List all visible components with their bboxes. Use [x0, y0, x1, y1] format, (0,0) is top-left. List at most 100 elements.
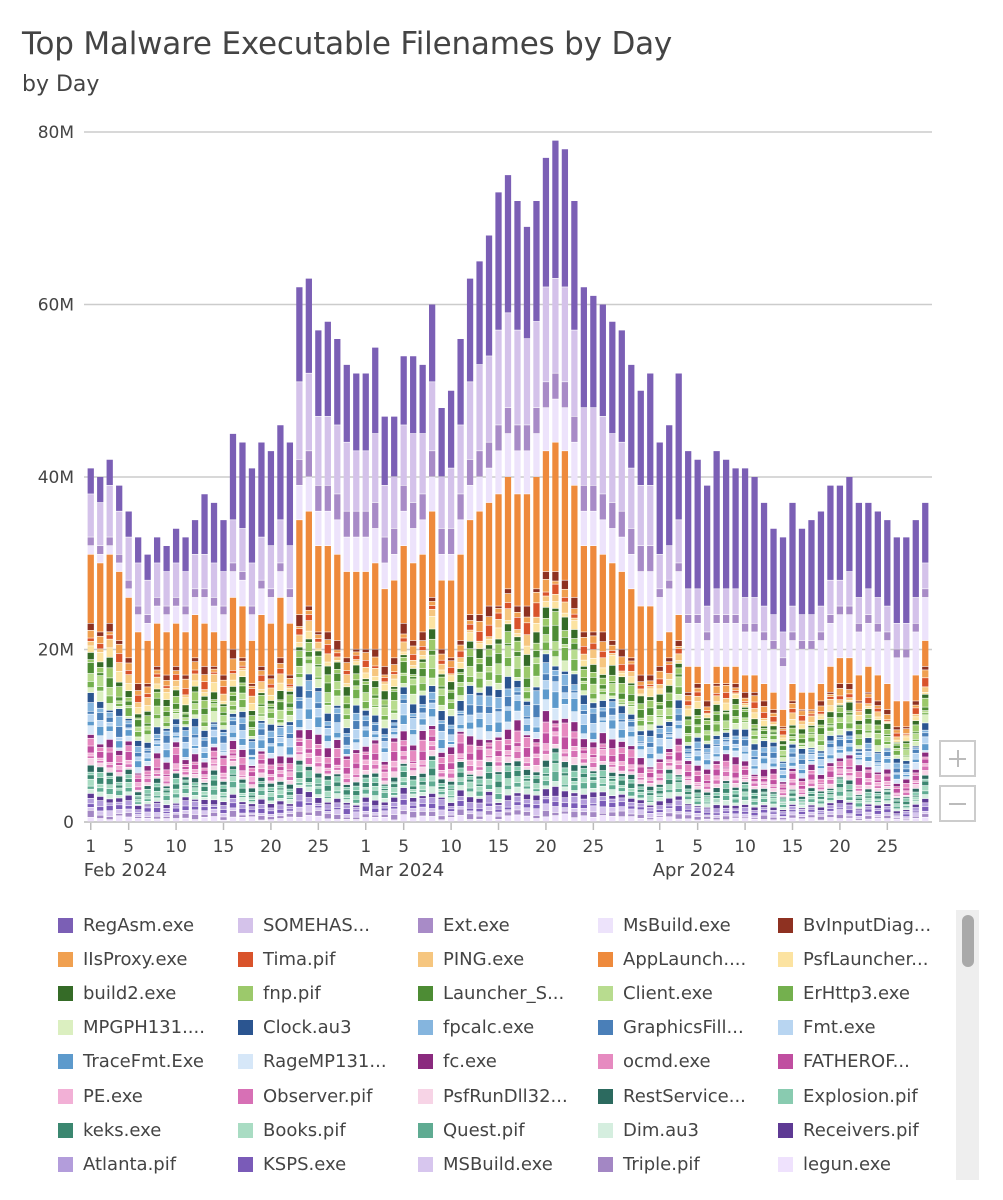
legend-item[interactable]: Triple.pif — [598, 1147, 778, 1181]
legend-item[interactable]: MsBuild.exe — [598, 908, 778, 942]
bar-segment — [381, 748, 388, 753]
bar-segment — [836, 787, 844, 791]
bar-segment — [391, 772, 398, 778]
bar-segment — [400, 699, 407, 704]
bar-segment — [685, 809, 692, 812]
bar-segment — [599, 494, 606, 520]
bar-segment — [201, 693, 208, 696]
legend-item[interactable]: SOMEHAS... — [238, 908, 418, 942]
bar-segment — [485, 606, 493, 617]
bar-segment — [713, 724, 720, 732]
bar-segment — [267, 817, 275, 820]
bar-segment — [656, 790, 663, 794]
bar-segment — [741, 784, 749, 788]
legend-scrollbar[interactable] — [956, 910, 979, 1180]
legend-scrollbar-thumb[interactable] — [962, 915, 974, 967]
bar-segment — [343, 662, 350, 671]
bar-segment — [865, 819, 872, 822]
bar-segment — [106, 762, 113, 765]
legend-item[interactable]: Tima.pif — [238, 942, 418, 976]
legend-item[interactable]: GraphicsFill... — [598, 1011, 778, 1045]
bar-segment — [495, 697, 502, 709]
bar-segment — [258, 723, 265, 729]
legend-item[interactable]: MPGPH131.... — [58, 1011, 238, 1045]
legend-item[interactable]: RegAsm.exe — [58, 908, 238, 942]
bar-segment — [571, 693, 578, 699]
legend-item[interactable]: build2.exe — [58, 976, 238, 1010]
bar-segment — [580, 485, 587, 511]
bar-segment — [504, 646, 512, 658]
bar-segment — [808, 649, 815, 693]
legend-item[interactable]: ocmd.exe — [598, 1045, 778, 1079]
bar-segment — [770, 692, 777, 710]
legend-item[interactable]: PsfLauncher... — [778, 942, 948, 976]
bar-segment — [201, 762, 208, 768]
legend-item[interactable]: KSPS.exe — [238, 1147, 418, 1181]
bar-segment — [220, 777, 227, 779]
legend-item[interactable]: keks.exe — [58, 1113, 238, 1147]
legend-item[interactable]: Launcher_S... — [418, 976, 598, 1010]
bar-segment — [476, 803, 483, 809]
bar-segment — [353, 774, 360, 778]
bar-segment — [751, 801, 758, 805]
legend-item[interactable]: fnp.pif — [238, 976, 418, 1010]
bar-segment — [685, 733, 692, 736]
legend-item[interactable]: Clock.au3 — [238, 1011, 418, 1045]
legend-item[interactable]: Dim.au3 — [598, 1113, 778, 1147]
bar-segment — [267, 731, 275, 738]
legend-item[interactable]: Explosion.pif — [778, 1079, 948, 1113]
bar-segment — [229, 798, 237, 803]
legend-item[interactable]: PE.exe — [58, 1079, 238, 1113]
legend-item[interactable]: Books.pif — [238, 1113, 418, 1147]
legend-item[interactable]: RageMP131... — [238, 1045, 418, 1079]
bar-segment — [571, 330, 578, 417]
legend-item[interactable]: Quest.pif — [418, 1113, 598, 1147]
bar-segment — [144, 734, 151, 743]
legend-item[interactable]: Client.exe — [598, 976, 778, 1010]
legend-item[interactable]: fc.exe — [418, 1045, 598, 1079]
bar-segment — [713, 820, 720, 822]
legend-item[interactable]: FATHEROF... — [778, 1045, 948, 1079]
legend-item[interactable]: BvInputDiag... — [778, 908, 948, 942]
legend-item[interactable]: TraceFmt.Exe — [58, 1045, 238, 1079]
legend-item[interactable]: RestService... — [598, 1079, 778, 1113]
bar-segment — [125, 589, 132, 598]
legend-item[interactable]: MSBuild.exe — [418, 1147, 598, 1181]
bar-segment — [865, 778, 872, 782]
bar-segment — [296, 765, 303, 772]
legend-item[interactable]: Receivers.pif — [778, 1113, 948, 1147]
bar-segment — [571, 698, 578, 712]
legend-item[interactable]: legun.exe — [778, 1147, 948, 1181]
legend-item[interactable]: fpcalc.exe — [418, 1011, 598, 1045]
legend-item[interactable]: IIsProxy.exe — [58, 942, 238, 976]
bar-segment — [239, 745, 246, 750]
bar-segment — [827, 741, 834, 743]
legend-item[interactable]: Ext.exe — [418, 908, 598, 942]
legend-item[interactable]: Atlanta.pif — [58, 1147, 238, 1181]
legend-item[interactable]: PsfRunDll32... — [418, 1079, 598, 1113]
bar-segment — [874, 753, 881, 760]
bar-segment — [438, 748, 445, 753]
bar-segment — [770, 724, 777, 726]
bar-segment — [210, 816, 218, 822]
zoom-out-button[interactable] — [939, 785, 976, 822]
legend-item[interactable]: AppLaunch.... — [598, 942, 778, 976]
zoom-in-button[interactable] — [939, 740, 976, 777]
bar-segment — [296, 635, 303, 643]
bar-segment — [116, 682, 123, 687]
legend-item[interactable]: Fmt.exe — [778, 1011, 948, 1045]
bar-segment — [438, 686, 445, 689]
bar-segment — [191, 799, 199, 801]
bar-segment — [846, 800, 853, 803]
bar-segment — [836, 804, 844, 808]
bar-segment — [628, 719, 635, 722]
bar-segment — [353, 665, 360, 674]
bar-segment — [239, 764, 246, 771]
legend-item[interactable]: PING.exe — [418, 942, 598, 976]
legend-item[interactable]: Observer.pif — [238, 1079, 418, 1113]
bar-segment — [647, 708, 654, 716]
legend-item[interactable]: ErHttp3.exe — [778, 976, 948, 1010]
bar-segment — [552, 732, 559, 736]
bar-segment — [637, 773, 644, 778]
bar-segment — [144, 771, 151, 775]
